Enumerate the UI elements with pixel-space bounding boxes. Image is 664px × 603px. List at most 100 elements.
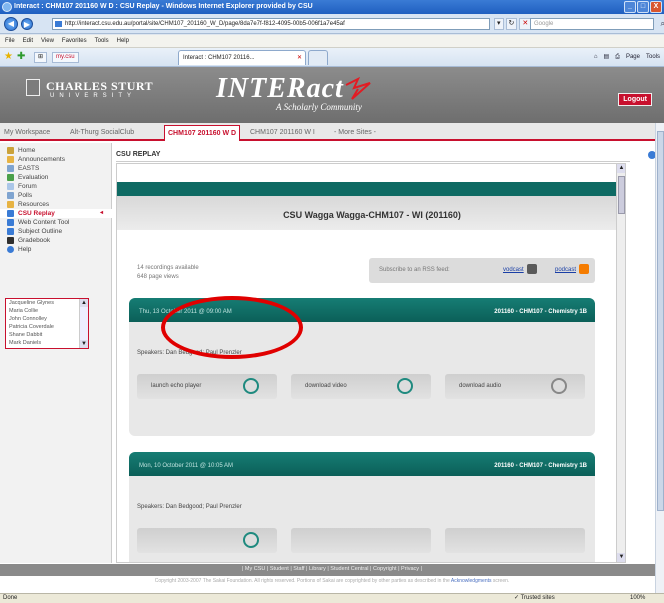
address-dropdown-button[interactable]: ▾	[494, 18, 504, 30]
new-tab-button[interactable]	[308, 50, 328, 65]
scroll-down-icon[interactable]: ▼	[617, 553, 625, 562]
gradebook-icon	[7, 237, 14, 244]
nav-label: CSU Replay	[18, 210, 55, 217]
close-window-button[interactable]: X	[650, 1, 662, 13]
recording-card: Mon, 10 October 2011 @ 10:05 AM 201160 -…	[129, 452, 595, 562]
rss-icon[interactable]	[579, 264, 589, 274]
action-label: download video	[305, 383, 347, 389]
menu-edit[interactable]: Edit	[23, 35, 33, 47]
frame-scrollbar[interactable]: ▲ ▼	[616, 164, 625, 562]
scroll-up-icon[interactable]: ▲	[80, 299, 88, 307]
site-tab-my-workspace[interactable]: My Workspace	[4, 127, 50, 139]
download-audio-button[interactable]: download audio	[445, 374, 585, 399]
security-zone[interactable]: ✓ Trusted sites	[514, 594, 555, 603]
feeds-icon[interactable]: ▤	[603, 52, 609, 63]
nav-item-evaluation[interactable]: Evaluation	[0, 173, 112, 182]
minimize-button[interactable]: _	[624, 1, 636, 13]
page-menu[interactable]: Page	[626, 52, 640, 63]
help-icon	[7, 246, 14, 253]
list-item: John Connolley	[9, 316, 47, 322]
address-row: ◀ ▶ http://interact.csu.edu.au/portal/si…	[0, 14, 664, 34]
page-scroll-thumb[interactable]	[657, 131, 664, 511]
add-favorite-icon[interactable]: ✚	[17, 52, 25, 62]
nav-item-resources[interactable]: Resources	[0, 200, 112, 209]
nav-item-subject-outline[interactable]: Subject Outline	[0, 227, 112, 236]
nav-label: Gradebook	[18, 237, 51, 244]
search-input[interactable]: Google ⌕	[530, 18, 664, 30]
list-item: Mark Daniels	[9, 340, 42, 346]
web-page: CHARLES STURT UNIVERSITY INTERact A Scho…	[0, 67, 664, 593]
forward-button[interactable]: ▶	[21, 18, 33, 30]
page-icon	[55, 21, 62, 27]
active-arrow-icon: ◂	[100, 210, 104, 216]
menu-favorites[interactable]: Favorites	[62, 35, 87, 47]
menu-help[interactable]: Help	[117, 35, 129, 47]
vodcast-icon[interactable]	[527, 264, 537, 274]
nav-item-csu-replay[interactable]: CSU Replay ◂	[0, 209, 112, 218]
nav-item-announcements[interactable]: Announcements	[0, 155, 112, 164]
launch-echo-player-button[interactable]: launch echo player	[137, 374, 277, 399]
print-icon[interactable]: ⎙	[615, 52, 620, 63]
back-button[interactable]: ◀	[4, 17, 18, 31]
site-tab-more-sites[interactable]: - More Sites -	[334, 127, 376, 139]
highlight-ellipse	[161, 296, 303, 359]
menu-tools[interactable]: Tools	[95, 35, 109, 47]
nav-item-polls[interactable]: Polls	[0, 191, 112, 200]
site-footer: | My CSU | Student | Staff | Library | S…	[0, 564, 664, 576]
window-title: Interact : CHM107 201160 W D : CSU Repla…	[14, 3, 313, 10]
tools-menu[interactable]: Tools	[646, 52, 660, 63]
page-scrollbar[interactable]	[655, 123, 664, 593]
site-tab-chm107-wi[interactable]: CHM107 201160 W I	[250, 127, 315, 139]
site-tab-social-club[interactable]: Alt-Thurg SocialClub	[70, 127, 134, 139]
recording-course: 201160 - CHM107 - Chemistry 1B	[494, 463, 587, 469]
maximize-button[interactable]: □	[637, 1, 649, 13]
menu-file[interactable]: File	[5, 35, 15, 47]
copyright-notice: Copyright 2003-2007 The Sakai Foundation…	[0, 578, 664, 584]
download-video-button[interactable]	[291, 528, 431, 553]
quick-tabs-button[interactable]: ⊞	[34, 52, 48, 63]
site-banner: CHARLES STURT UNIVERSITY INTERact A Scho…	[0, 67, 664, 123]
outline-icon	[7, 228, 14, 235]
brand-sub: UNIVERSITY	[50, 93, 137, 99]
zoom-level[interactable]: 100%	[630, 594, 645, 603]
tab-close-icon[interactable]: ✕	[297, 51, 302, 65]
search-placeholder: Google	[534, 21, 554, 27]
recording-stats: 14 recordings available 648 page views	[137, 264, 199, 282]
scroll-up-icon[interactable]: ▲	[617, 164, 625, 173]
vodcast-link[interactable]: vodcast	[503, 267, 524, 273]
nav-item-home[interactable]: Home	[0, 146, 112, 155]
acknowledgments-link[interactable]: Acknowledgments	[451, 578, 492, 584]
address-bar[interactable]: http://interact.csu.edu.au/portal/site/C…	[52, 18, 490, 30]
scroll-thumb[interactable]	[618, 176, 625, 214]
nav-item-gradebook[interactable]: Gradebook	[0, 236, 112, 245]
teal-header-band	[117, 182, 625, 196]
menu-view[interactable]: View	[41, 35, 54, 47]
security-zone-label: Trusted sites	[520, 595, 555, 601]
download-video-button[interactable]: download video	[291, 374, 431, 399]
nav-item-easts[interactable]: EASTS	[0, 164, 112, 173]
nav-item-web-content-tool[interactable]: Web Content Tool	[0, 218, 112, 227]
nav-item-help[interactable]: Help	[0, 245, 112, 254]
nav-item-forum[interactable]: Forum	[0, 182, 112, 191]
tab-mycsu[interactable]: my.csu	[52, 52, 79, 63]
site-tab-chm107-wd[interactable]: CHM107 201160 W D	[164, 125, 241, 141]
presence-list[interactable]: Jacqueline Glynes Maria Collie John Conn…	[5, 298, 89, 349]
home-icon[interactable]: ⌂	[594, 52, 598, 63]
easts-icon	[7, 165, 14, 172]
launch-echo-player-button[interactable]	[137, 528, 277, 553]
scroll-down-icon[interactable]: ▼	[80, 340, 88, 348]
echo-player-icon	[243, 378, 259, 394]
copyright-end: screen.	[492, 578, 510, 584]
search-icon[interactable]: ⌕	[661, 19, 664, 29]
favorites-star-icon[interactable]: ★	[4, 52, 13, 62]
podcast-link[interactable]: podcast	[555, 267, 576, 273]
footer-links[interactable]: | My CSU | Student | Staff | Library | S…	[0, 566, 664, 572]
tab-interact[interactable]: Interact : CHM107 20116... ✕	[178, 50, 306, 65]
window-title-bar: Interact : CHM107 201160 W D : CSU Repla…	[0, 0, 664, 14]
presence-scrollbar[interactable]: ▲ ▼	[79, 299, 88, 348]
refresh-button[interactable]: ↻	[505, 18, 518, 30]
title-divider	[116, 161, 630, 162]
logout-button[interactable]: Logout	[618, 93, 652, 106]
download-audio-button[interactable]	[445, 528, 585, 553]
rss-label: Subscribe to an RSS feed:	[379, 267, 450, 273]
